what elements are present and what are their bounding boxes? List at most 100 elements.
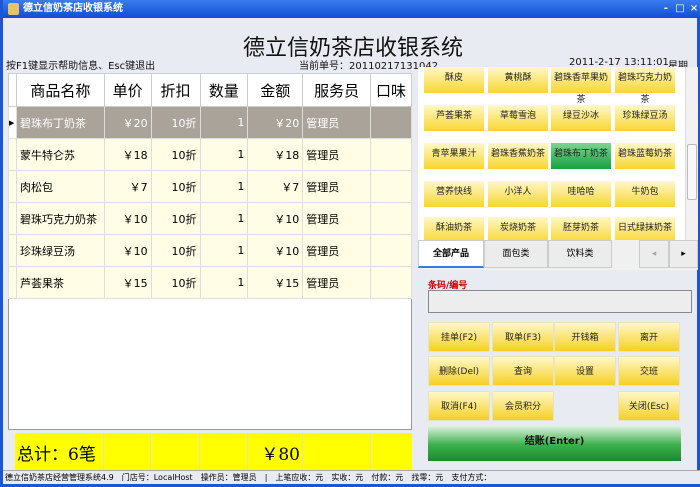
cell-quantity: 1 xyxy=(199,138,249,171)
action-button[interactable]: 会员积分 xyxy=(492,391,554,421)
status-item: 找零：元 xyxy=(411,473,444,482)
tab-prev-button[interactable]: ◂ xyxy=(639,240,669,268)
status-item: | xyxy=(264,473,268,482)
column-header-name[interactable]: 商品名称 xyxy=(15,73,105,107)
cell-discount: 10折 xyxy=(150,234,201,267)
status-item: 付款：元 xyxy=(371,473,404,482)
status-item: 操作员：管理员 xyxy=(200,473,257,482)
status-item: 上笔应收：元 xyxy=(275,473,324,482)
order-table[interactable]: 商品名称 单价 折扣 数量 金额 服务员 口味 ▶ 碧珠布丁奶茶 ￥20 10折 1 ￥20 管理员 蒙牛… xyxy=(8,73,412,299)
cell-flavor xyxy=(370,106,412,139)
tab-bread[interactable]: 面包类 xyxy=(484,240,548,268)
checkout-button[interactable]: 结账(Enter) xyxy=(428,425,681,461)
column-header-server[interactable]: 服务员 xyxy=(302,73,372,107)
table-row[interactable]: 芦荟果茶 ￥15 10折 1 ￥15 管理员 xyxy=(8,266,412,299)
cell-server: 管理员 xyxy=(302,106,372,139)
action-button[interactable]: 删除(Del) xyxy=(428,356,490,386)
product-button[interactable]: 碧珠布丁奶茶 xyxy=(551,143,611,169)
cell-name: 蒙牛特仑苏 xyxy=(15,138,105,171)
scroll-thumb[interactable] xyxy=(687,144,697,200)
cell-price: ￥7 xyxy=(103,170,152,203)
action-button[interactable]: 开钱箱 xyxy=(554,322,616,352)
table-row[interactable]: 碧珠巧克力奶茶 ￥10 10折 1 ￥10 管理员 xyxy=(8,202,412,235)
minimize-button[interactable]: - xyxy=(659,3,673,15)
row-indicator xyxy=(8,170,17,203)
action-button[interactable]: 挂单(F2) xyxy=(428,322,490,352)
cell-price: ￥15 xyxy=(103,266,152,299)
product-button[interactable]: 牛奶包 xyxy=(615,181,675,207)
cell-discount: 10折 xyxy=(150,170,201,203)
cell-quantity: 1 xyxy=(199,234,249,267)
product-button[interactable]: 日式绿抹奶茶 xyxy=(615,217,675,241)
cell-price: ￥18 xyxy=(103,138,152,171)
product-button[interactable]: 碧珠香蕉奶茶 xyxy=(488,143,548,169)
cell-discount: 10折 xyxy=(150,106,201,139)
cell-amount: ￥20 xyxy=(247,106,304,139)
barcode-input[interactable] xyxy=(428,290,692,313)
product-scrollbar[interactable] xyxy=(685,67,698,241)
cell-flavor xyxy=(370,266,412,299)
product-button[interactable]: 青苹果果汁 xyxy=(424,143,484,169)
table-row[interactable]: 肉松包 ￥7 10折 1 ￥7 管理员 xyxy=(8,170,412,203)
product-button[interactable]: 小洋人 xyxy=(488,181,548,207)
action-button[interactable]: 离开 xyxy=(618,322,680,352)
action-button[interactable]: 设置 xyxy=(554,356,616,386)
cell-server: 管理员 xyxy=(302,234,372,267)
column-header-discount[interactable]: 折扣 xyxy=(150,73,201,107)
cell-discount: 10折 xyxy=(150,138,201,171)
action-button[interactable]: 取消(F4) xyxy=(428,391,490,421)
category-tabs: 全部产品 面包类 饮料类 ◂ ▸ xyxy=(418,240,698,270)
cell-price: ￥10 xyxy=(103,234,152,267)
action-button[interactable]: 关闭(Esc) xyxy=(618,391,680,421)
cell-amount: ￥7 xyxy=(247,170,304,203)
column-header-price[interactable]: 单价 xyxy=(103,73,152,107)
tab-all-products[interactable]: 全部产品 xyxy=(418,240,484,268)
cell-server: 管理员 xyxy=(302,266,372,299)
cell-price: ￥20 xyxy=(103,106,152,139)
column-header-flavor[interactable]: 口味 xyxy=(370,73,412,107)
product-button[interactable]: 哇哈哈 xyxy=(551,181,611,207)
table-row[interactable]: ▶ 碧珠布丁奶茶 ￥20 10折 1 ￥20 管理员 xyxy=(8,106,412,139)
product-button[interactable]: 珍珠绿豆汤 xyxy=(615,105,675,131)
cell-amount: ￥10 xyxy=(247,202,304,235)
column-header-quantity[interactable]: 数量 xyxy=(199,73,249,107)
close-button[interactable]: × xyxy=(687,3,700,15)
product-button[interactable]: 酥油奶茶 xyxy=(424,217,484,241)
tab-next-button[interactable]: ▸ xyxy=(669,240,698,268)
row-indicator xyxy=(8,266,17,299)
product-button[interactable]: 绿豆沙冰 xyxy=(551,105,611,131)
cell-server: 管理员 xyxy=(302,202,372,235)
column-header-amount[interactable]: 金额 xyxy=(247,73,304,107)
product-button[interactable]: 酥皮 xyxy=(424,67,484,93)
product-grid: 酥皮 黄桃酥 碧珠香苹果奶茶 碧珠巧克力奶茶芦荟果茶 草莓雪泡 绿豆沙冰 珍珠绿豆汤青苹果果… xyxy=(418,67,698,241)
action-button[interactable]: 取单(F3) xyxy=(492,322,554,352)
tab-drinks[interactable]: 饮料类 xyxy=(548,240,612,268)
cell-price: ￥10 xyxy=(103,202,152,235)
product-button[interactable]: 草莓雪泡 xyxy=(488,105,548,131)
table-row[interactable]: 珍珠绿豆汤 ￥10 10折 1 ￥10 管理员 xyxy=(8,234,412,267)
status-item: 德立信奶茶店经营管理系统4.9 xyxy=(5,473,114,482)
cell-server: 管理员 xyxy=(302,138,372,171)
indicator-header xyxy=(8,73,17,107)
table-row[interactable]: 蒙牛特仑苏 ￥18 10折 1 ￥18 管理员 xyxy=(8,138,412,171)
row-indicator xyxy=(8,234,17,267)
product-button[interactable]: 碧珠香苹果奶茶 xyxy=(551,67,611,105)
product-button[interactable]: 炭烧奶茶 xyxy=(488,217,548,241)
product-button[interactable]: 胚芽奶茶 xyxy=(551,217,611,241)
cell-amount: ￥18 xyxy=(247,138,304,171)
status-bar: 德立信奶茶店经营管理系统4.9 门店号：LocalHost 操作员：管理员 | 上笔应收… xyxy=(3,470,700,484)
cell-amount: ￥15 xyxy=(247,266,304,299)
product-button[interactable]: 芦荟果茶 xyxy=(424,105,484,131)
maximize-button[interactable]: □ xyxy=(673,3,687,15)
table-header: 商品名称 单价 折扣 数量 金额 服务员 口味 xyxy=(8,73,412,107)
cell-flavor xyxy=(370,138,412,171)
action-button[interactable]: 查询 xyxy=(492,356,554,386)
product-button[interactable]: 碧珠巧克力奶茶 xyxy=(615,67,675,105)
cell-name: 芦荟果茶 xyxy=(15,266,105,299)
product-button[interactable]: 营养快线 xyxy=(424,181,484,207)
product-button[interactable]: 黄桃酥 xyxy=(488,67,548,93)
row-indicator xyxy=(8,138,17,171)
main-window: 德立信奶茶店收银系统 - □ × 德立信奶茶店收银系统 按F1键显示帮助信息、E… xyxy=(0,0,700,487)
action-button[interactable]: 交班 xyxy=(618,356,680,386)
product-button[interactable]: 碧珠蓝莓奶茶 xyxy=(615,143,675,169)
